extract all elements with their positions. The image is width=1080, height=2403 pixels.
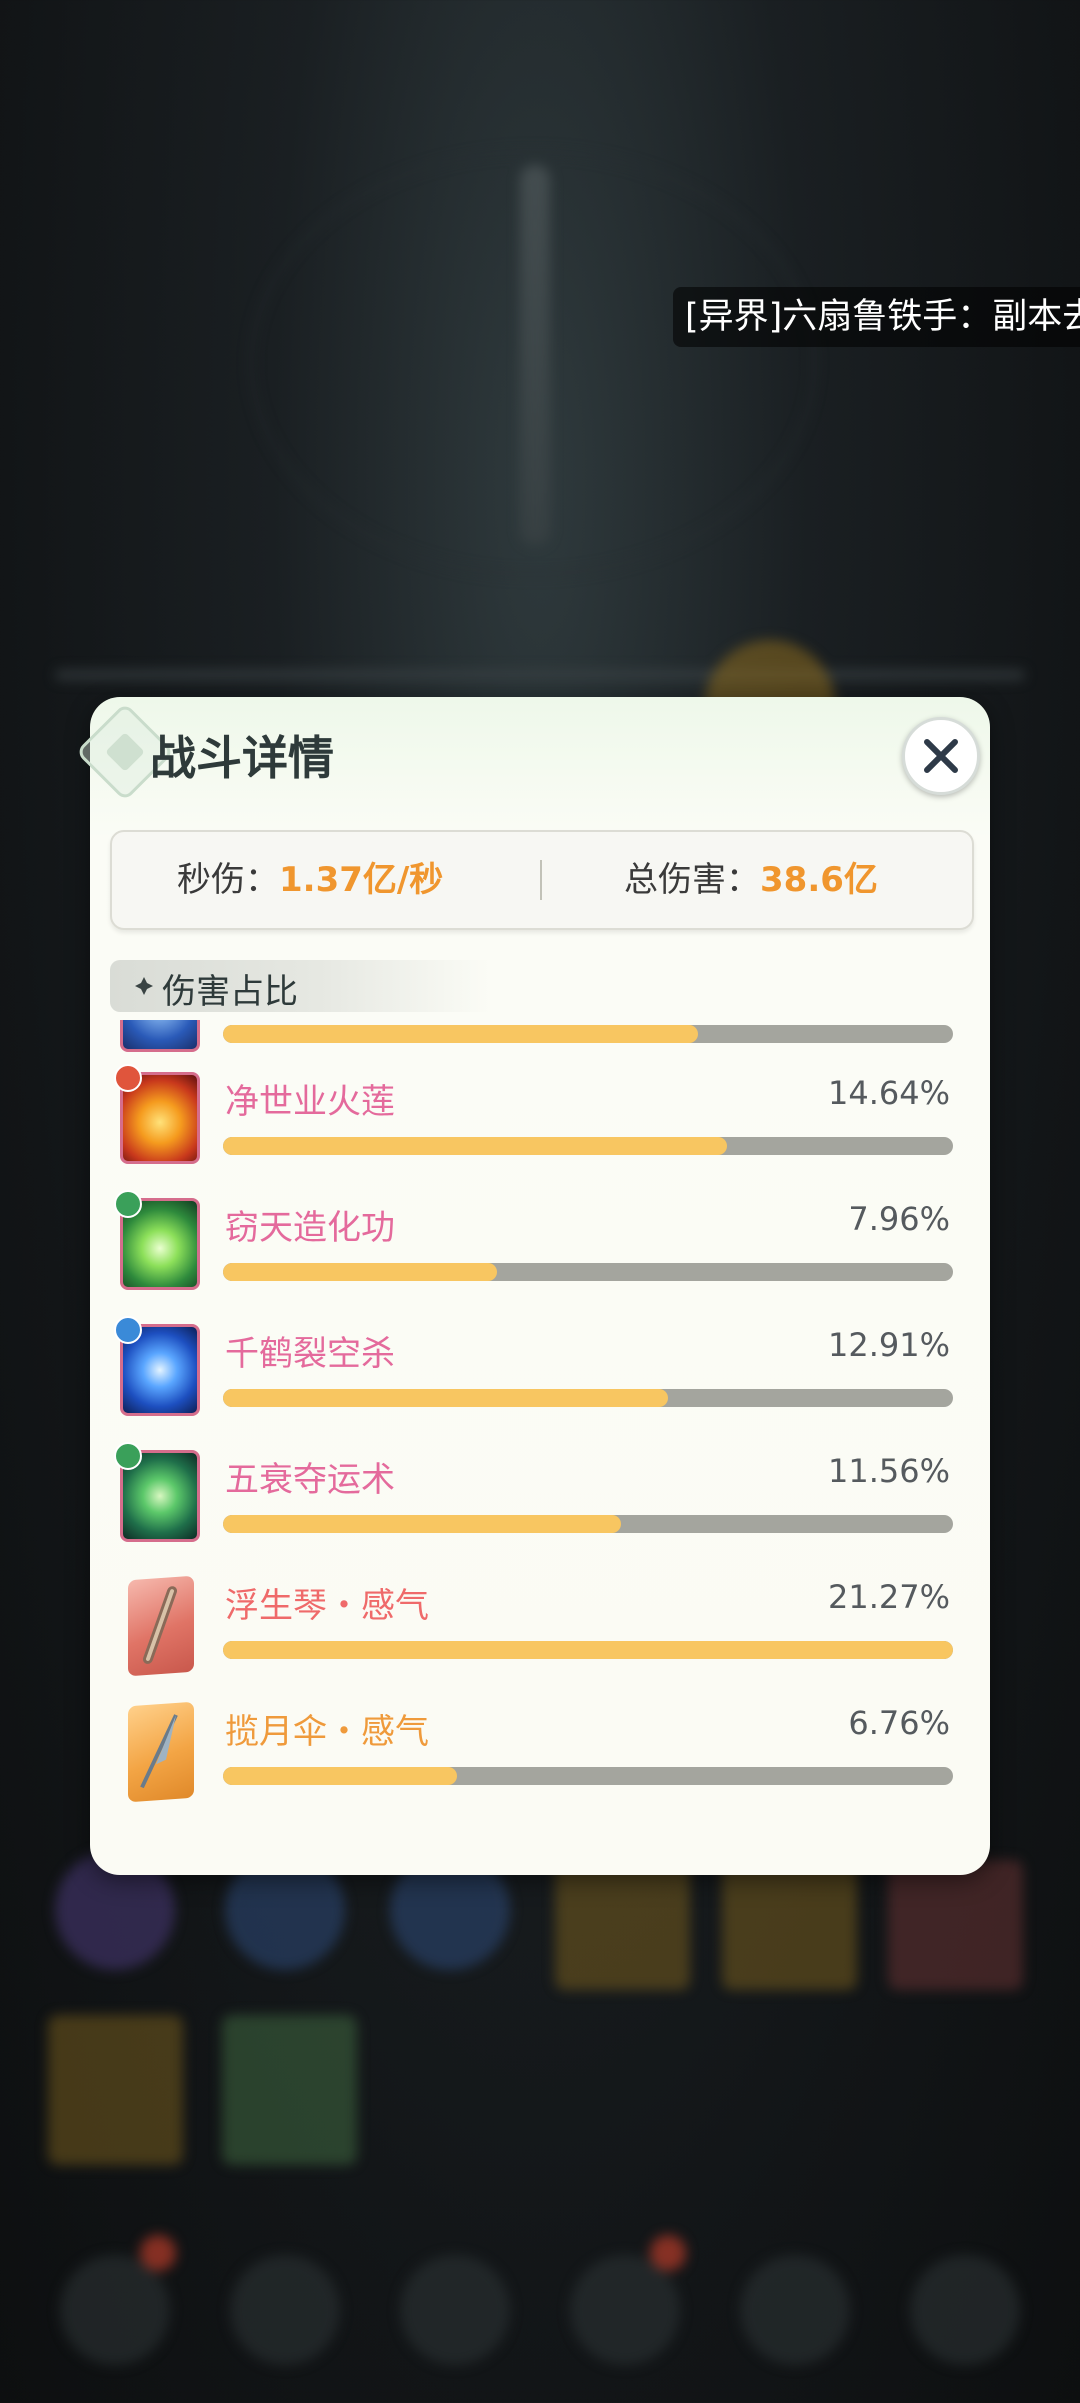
- total-damage-stat: 总伤害：38.6亿: [624, 832, 878, 928]
- damage-bar-fill: [223, 1025, 698, 1043]
- water-element-badge-icon: [114, 1316, 142, 1344]
- list-item: 揽月伞・感气 6.76%: [90, 1692, 990, 1818]
- damage-bar: [223, 1025, 953, 1043]
- skill-icon-frame: [114, 1064, 202, 1166]
- background-card: [722, 1860, 857, 1990]
- item-icon-frame: [120, 1700, 202, 1803]
- damage-bar: [223, 1767, 953, 1785]
- skill-name: 五衰夺运术: [225, 1460, 395, 1500]
- skill-icon-frame: [114, 1316, 202, 1418]
- stats-divider: [540, 860, 542, 900]
- background-card: [222, 2015, 357, 2165]
- wood-element-badge-icon: [114, 1190, 142, 1218]
- dps-stat: 秒伤：1.37亿/秒: [177, 832, 443, 928]
- skill-name: 窃天造化功: [225, 1208, 395, 1248]
- skill-name: 千鹤裂空杀: [225, 1334, 395, 1374]
- background-tab: [910, 2255, 1020, 2365]
- item-name: 揽月伞・感气: [225, 1712, 429, 1752]
- system-broadcast-toast: [异界]六扇鲁铁手：副本去: [673, 287, 1080, 347]
- damage-percent: 14.64%: [827, 1074, 950, 1112]
- dps-label: 秒伤：: [177, 860, 279, 900]
- skill-name: 净世业火莲: [225, 1082, 395, 1122]
- background-tab: [740, 2255, 850, 2365]
- blue-skill-icon: [120, 1020, 200, 1052]
- umbrella-item-icon: [128, 1701, 194, 1803]
- item-icon-frame: [120, 1574, 202, 1677]
- total-damage-label: 总伤害：: [624, 860, 760, 900]
- zither-item-icon: [128, 1575, 194, 1677]
- damage-bar: [223, 1263, 953, 1281]
- damage-bar-fill: [223, 1137, 727, 1155]
- list-item: 净世业火莲 14.64%: [90, 1062, 990, 1188]
- damage-bar: [223, 1515, 953, 1533]
- diamond-bullet-icon: [135, 977, 153, 995]
- battle-details-dialog: 战斗详情 秒伤：1.37亿/秒 总伤害：38.6亿 伤害占比 净世业火莲 14.…: [75, 697, 990, 1875]
- background-tab: [230, 2255, 340, 2365]
- damage-list[interactable]: 净世业火莲 14.64% 窃天造化功 7.96% 千鹤裂空杀 12.91% 五衰…: [90, 1020, 990, 1840]
- background-divider: [55, 670, 1025, 680]
- skill-icon-frame: [114, 1442, 202, 1544]
- damage-percent: 7.96%: [848, 1200, 950, 1238]
- dps-value: 1.37亿/秒: [279, 860, 444, 900]
- background-tab: [60, 2255, 170, 2365]
- list-item: 窃天造化功 7.96%: [90, 1188, 990, 1314]
- background-card: [888, 1860, 1023, 1990]
- damage-bar: [223, 1137, 953, 1155]
- damage-percent: 6.76%: [848, 1704, 950, 1742]
- damage-share-header: 伤害占比: [110, 960, 490, 1012]
- background-tab: [400, 2255, 510, 2365]
- damage-bar-fill: [223, 1641, 953, 1659]
- damage-percent: 11.56%: [827, 1452, 950, 1490]
- wood-element-badge-icon: [114, 1442, 142, 1470]
- skill-icon-frame: [120, 1020, 202, 1054]
- damage-percent: 21.27%: [827, 1578, 950, 1616]
- damage-stats-box: 秒伤：1.37亿/秒 总伤害：38.6亿: [110, 830, 974, 930]
- damage-bar: [223, 1641, 953, 1659]
- damage-bar-fill: [223, 1263, 497, 1281]
- damage-bar-fill: [223, 1515, 621, 1533]
- damage-bar-fill: [223, 1389, 669, 1407]
- skill-icon-frame: [114, 1190, 202, 1292]
- list-item: 千鹤裂空杀 12.91%: [90, 1314, 990, 1440]
- list-item: 浮生琴・感气 21.27%: [90, 1566, 990, 1692]
- fire-element-badge-icon: [114, 1064, 142, 1092]
- list-item: 五衰夺运术 11.56%: [90, 1440, 990, 1566]
- dialog-title: 战斗详情: [150, 731, 334, 785]
- background-card: [48, 2015, 183, 2165]
- notification-dot: [650, 2235, 686, 2271]
- damage-bar-fill: [223, 1767, 457, 1785]
- background-card: [555, 1860, 690, 1990]
- damage-bar: [223, 1389, 953, 1407]
- section-title: 伤害占比: [162, 972, 298, 1012]
- total-damage-value: 38.6亿: [760, 860, 878, 900]
- close-button[interactable]: [902, 717, 980, 795]
- background-tab: [570, 2255, 680, 2365]
- close-icon: [924, 739, 958, 773]
- damage-percent: 12.91%: [827, 1326, 950, 1364]
- notification-dot: [140, 2235, 176, 2271]
- item-name: 浮生琴・感气: [225, 1586, 429, 1626]
